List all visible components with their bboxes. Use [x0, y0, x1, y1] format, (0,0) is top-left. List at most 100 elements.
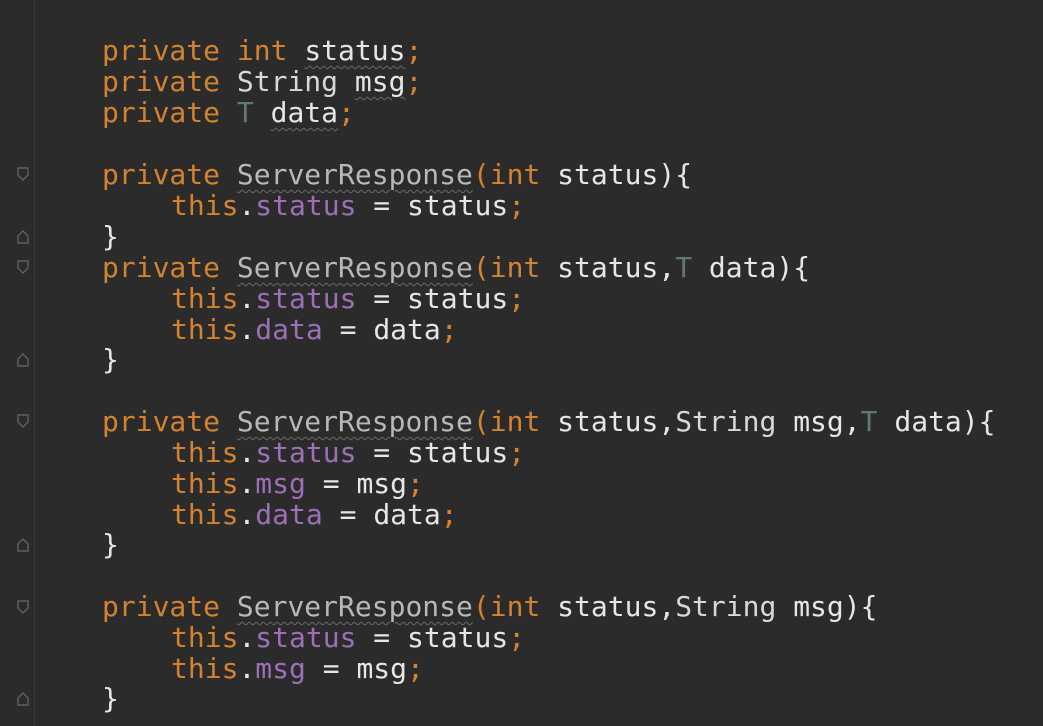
semicolon: ; — [508, 436, 526, 469]
keyword-int: int — [236, 34, 288, 67]
assign-op: = — [356, 189, 408, 222]
param-name: data — [877, 405, 962, 438]
value-ref: status — [407, 621, 509, 654]
keyword-private: private — [102, 65, 221, 98]
fold-close-icon[interactable] — [17, 538, 29, 552]
closing-brace: } — [102, 343, 119, 376]
code-line-ctor3-end: } — [102, 529, 119, 560]
dot: . — [238, 652, 256, 685]
code-area[interactable]: private int status; private String msg; … — [34, 0, 1043, 726]
param-name: status — [540, 158, 659, 191]
paren-close-brace: ){ — [843, 590, 878, 623]
closing-brace: } — [102, 528, 119, 561]
fold-open-icon[interactable] — [17, 600, 29, 614]
constructor-name: ServerResponse — [236, 405, 473, 438]
code-line-ctor4-end: } — [102, 683, 119, 714]
param-type-generic: T — [860, 405, 878, 438]
semicolon: ; — [508, 282, 526, 315]
param-name: data — [692, 251, 777, 284]
dot: . — [238, 498, 256, 531]
code-line-ctor3-signature: private ServerResponse(int status,String… — [102, 406, 996, 437]
keyword-this: this — [171, 436, 239, 469]
semicolon: ; — [338, 96, 355, 129]
field-name-status: status — [304, 34, 406, 67]
assign-op: = — [356, 436, 408, 469]
code-line-field-data: private T data; — [102, 97, 355, 128]
code-line-ctor2-body-1: this.status = status; — [171, 283, 525, 314]
code-line-ctor4-signature: private ServerResponse(int status,String… — [102, 591, 878, 622]
code-line-ctor3-body-3: this.data = data; — [171, 499, 458, 530]
value-ref: data — [373, 498, 441, 531]
param-name: msg, — [776, 405, 861, 438]
fold-open-icon[interactable] — [17, 260, 29, 274]
paren-open: ( — [472, 590, 490, 623]
field-name-msg: msg — [354, 65, 406, 98]
dot: . — [238, 467, 256, 500]
assign-op: = — [305, 467, 357, 500]
value-ref: status — [407, 189, 509, 222]
value-ref: status — [407, 282, 509, 315]
value-ref: msg — [356, 652, 408, 685]
semicolon: ; — [407, 467, 424, 500]
semicolon: ; — [405, 65, 423, 98]
dot: . — [238, 436, 256, 469]
field-ref: msg — [255, 652, 306, 685]
fold-open-icon[interactable] — [17, 414, 29, 428]
assign-op: = — [322, 498, 374, 531]
code-line-ctor3-body-2: this.msg = msg; — [171, 468, 424, 499]
code-editor[interactable]: private int status; private String msg; … — [0, 0, 1043, 726]
paren-open: ( — [472, 405, 490, 438]
code-line-ctor1-signature: private ServerResponse(int status){ — [102, 159, 692, 190]
code-line-ctor3-body-1: this.status = status; — [171, 437, 525, 468]
keyword-private: private — [102, 590, 221, 623]
keyword-this: this — [171, 498, 239, 531]
param-name: status, — [540, 405, 676, 438]
code-line-ctor1-end: } — [102, 221, 119, 252]
paren-open: ( — [472, 251, 490, 284]
param-name: status, — [540, 251, 676, 284]
constructor-name: ServerResponse — [236, 251, 473, 284]
keyword-private: private — [102, 96, 221, 129]
code-line-ctor2-body-2: this.data = data; — [171, 314, 458, 345]
semicolon: ; — [440, 498, 458, 531]
fold-close-icon[interactable] — [17, 353, 29, 367]
param-type: int — [489, 251, 541, 284]
keyword-this: this — [171, 652, 239, 685]
dot: . — [238, 189, 256, 222]
param-type-string: String — [675, 590, 777, 623]
closing-brace: } — [102, 220, 119, 253]
assign-op: = — [356, 621, 408, 654]
fold-close-icon[interactable] — [17, 692, 29, 706]
paren-close-brace: ){ — [961, 405, 996, 438]
assign-op: = — [356, 282, 408, 315]
field-ref: data — [255, 313, 323, 346]
fold-open-icon[interactable] — [17, 167, 29, 181]
field-ref: data — [255, 498, 323, 531]
keyword-this: this — [171, 621, 239, 654]
param-type: int — [489, 158, 541, 191]
semicolon: ; — [405, 34, 423, 67]
code-line-ctor4-body-2: this.msg = msg; — [171, 653, 424, 684]
type-generic-t: T — [236, 96, 254, 129]
closing-brace: } — [102, 682, 119, 715]
keyword-this: this — [171, 189, 239, 222]
dot: . — [238, 313, 256, 346]
keyword-this: this — [171, 467, 239, 500]
value-ref: data — [373, 313, 441, 346]
dot: . — [238, 621, 256, 654]
param-type-string: String — [675, 405, 777, 438]
constructor-name: ServerResponse — [236, 158, 473, 191]
type-string: String — [236, 65, 339, 98]
fold-close-icon[interactable] — [17, 230, 29, 244]
field-ref: status — [255, 436, 357, 469]
keyword-private: private — [102, 34, 221, 67]
keyword-this: this — [171, 313, 239, 346]
value-ref: msg — [356, 467, 408, 500]
paren-open: ( — [472, 158, 490, 191]
code-line-ctor1-body: this.status = status; — [171, 190, 525, 221]
semicolon: ; — [440, 313, 458, 346]
field-ref: status — [255, 282, 357, 315]
param-type: int — [489, 590, 541, 623]
param-type: int — [489, 405, 541, 438]
dot: . — [238, 282, 256, 315]
